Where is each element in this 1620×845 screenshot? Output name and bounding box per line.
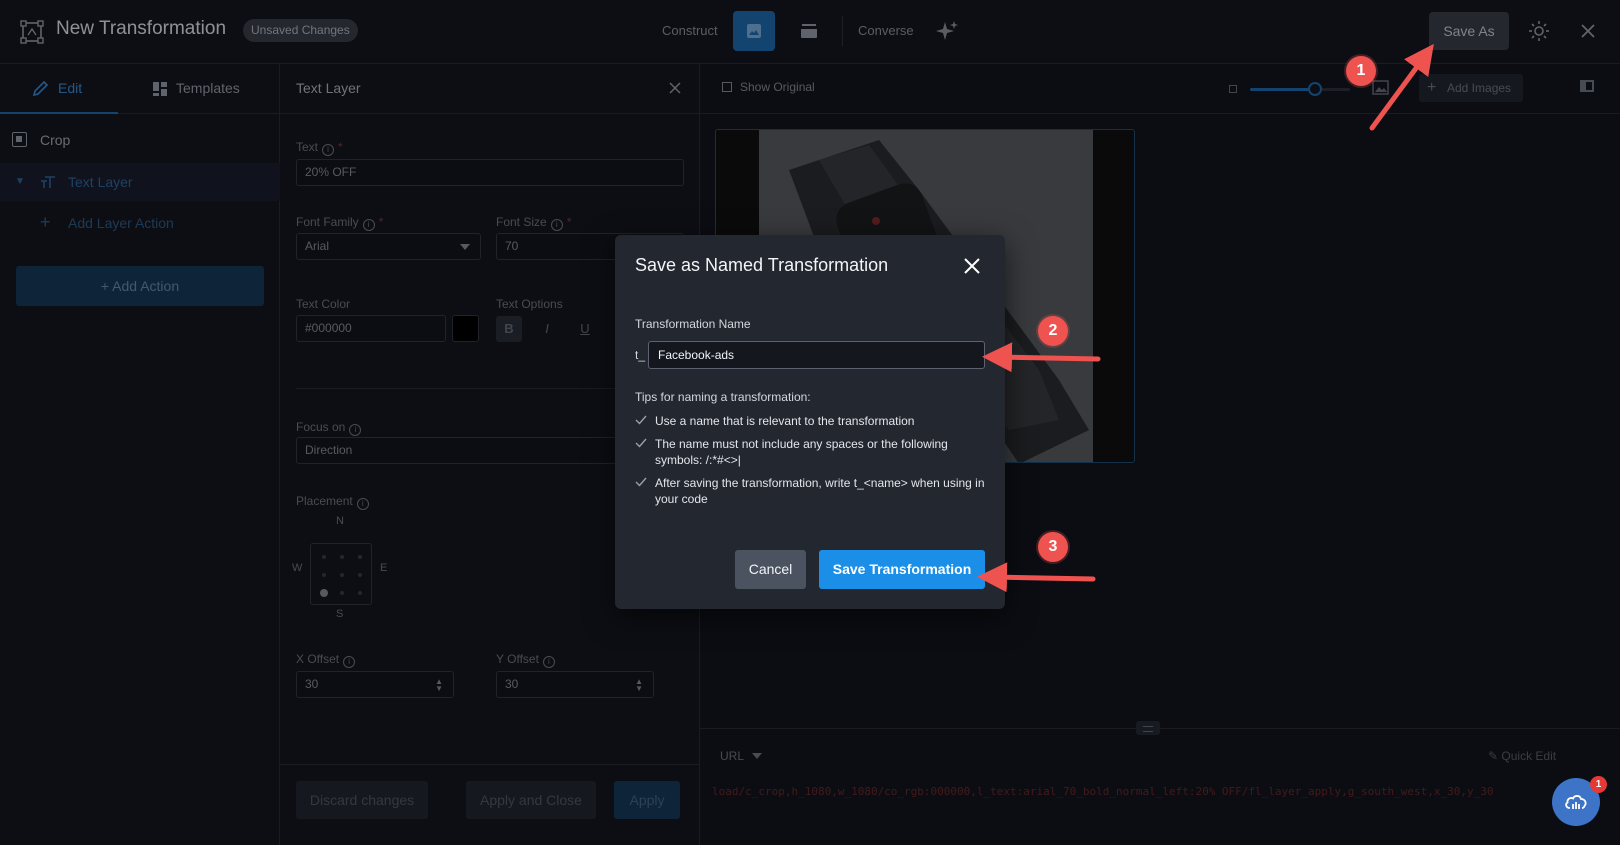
cloud-chat-icon [1565, 795, 1587, 809]
cancel-button[interactable]: Cancel [735, 550, 806, 589]
step-badge-3: 3 [1038, 532, 1068, 562]
save-transformation-button[interactable]: Save Transformation [819, 550, 985, 589]
close-icon[interactable] [962, 256, 982, 276]
step-badge-1: 1 [1346, 56, 1376, 86]
save-named-transformation-dialog: Save as Named Transformation Transformat… [615, 235, 1005, 609]
check-icon [635, 438, 647, 448]
tip-text: After saving the transformation, write t… [655, 476, 985, 506]
tip-text: The name must not include any spaces or … [655, 437, 948, 467]
transformation-name-input[interactable]: Facebook-ads [648, 341, 985, 369]
check-icon [635, 477, 647, 487]
transformation-name-label: Transformation Name [635, 317, 751, 331]
name-prefix: t_ [635, 348, 646, 362]
notification-count-badge: 1 [1590, 776, 1607, 793]
check-icon [635, 415, 647, 425]
tips-title: Tips for naming a transformation: [635, 390, 811, 404]
dialog-title: Save as Named Transformation [635, 255, 889, 275]
tip-text: Use a name that is relevant to the trans… [655, 414, 915, 428]
step-badge-2: 2 [1038, 316, 1068, 346]
